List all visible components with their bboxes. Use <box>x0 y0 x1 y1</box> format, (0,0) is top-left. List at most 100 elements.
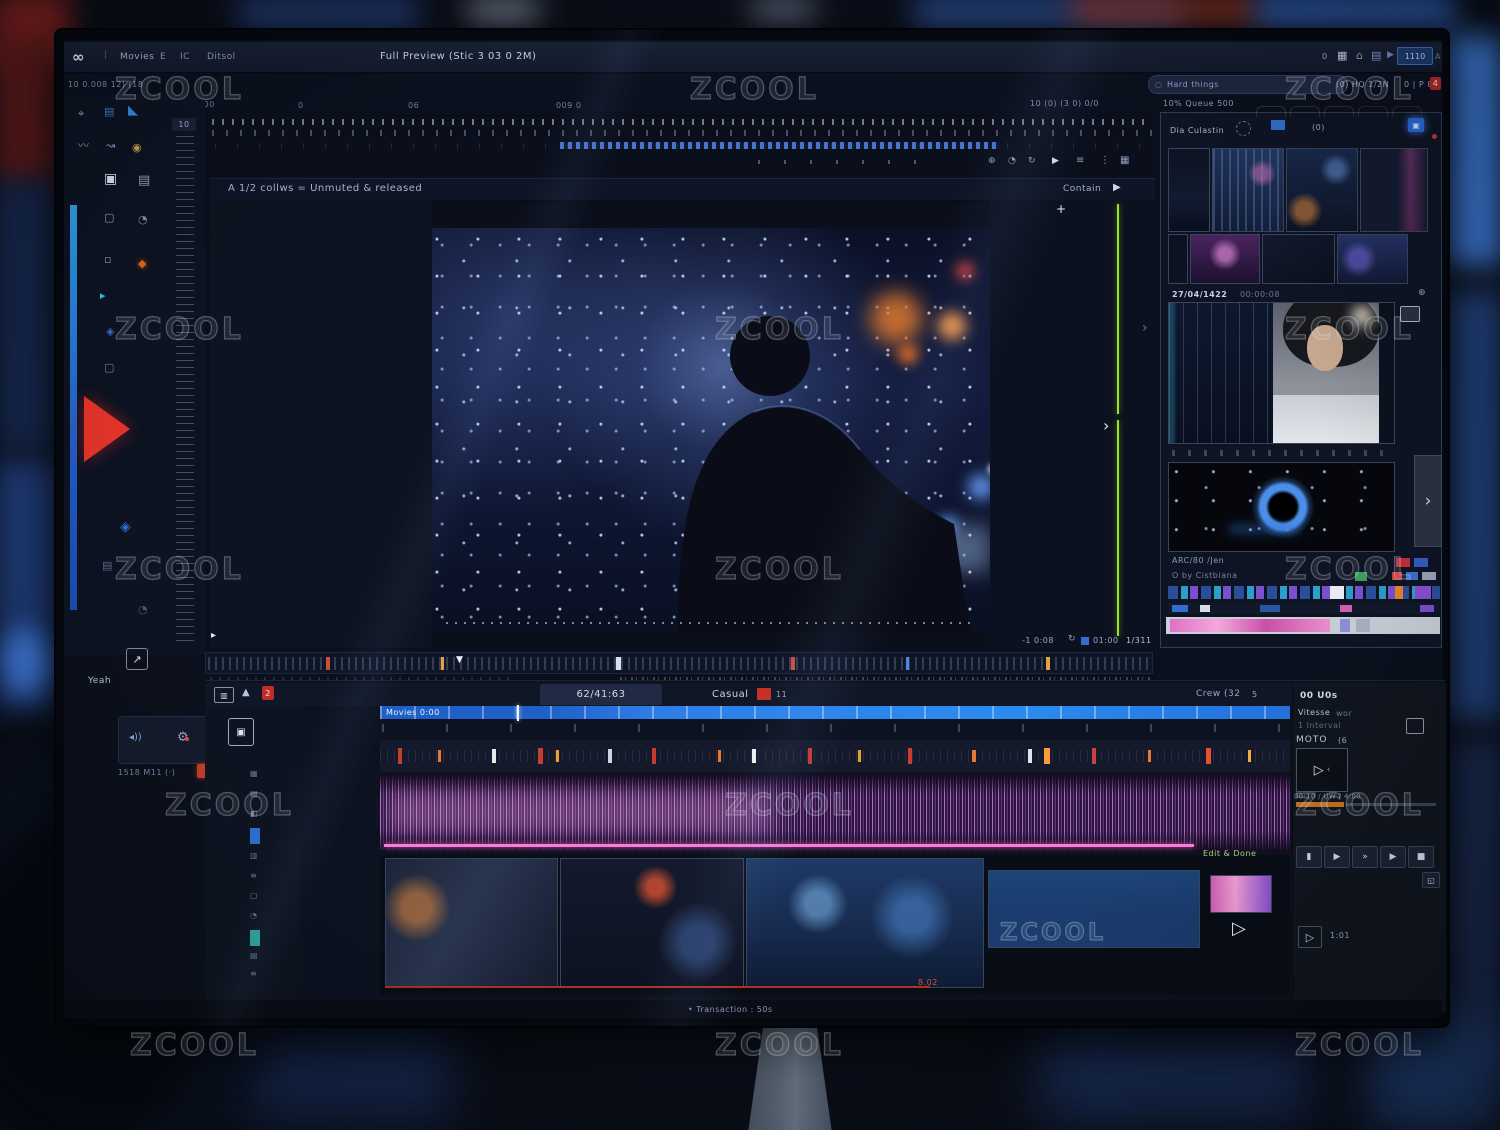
transport-fit-button[interactable]: ◱ <box>1422 872 1440 888</box>
transport-pause-button[interactable]: ▮ <box>1296 846 1322 868</box>
monitor-controls-row[interactable]: 10 (0) (3 0) 0/0 <box>1030 99 1099 108</box>
menu-item-movies[interactable]: Movies <box>120 52 154 62</box>
panel-expand-chevron[interactable]: › <box>1103 416 1110 435</box>
inspector-preview-box[interactable]: ▷ ‹ <box>1296 748 1348 792</box>
tool-cursor-icon[interactable]: ⌖ <box>78 108 84 119</box>
track-icon-9[interactable]: ≡ <box>250 970 257 978</box>
viewer-menu-icon[interactable]: ≡ <box>1076 156 1084 166</box>
frame-scrub-dashes[interactable] <box>446 622 976 624</box>
viewer-grid-icon[interactable]: ▦ <box>1120 156 1129 166</box>
export-button[interactable]: ↗ <box>126 648 148 670</box>
left-blue-slider[interactable] <box>70 205 77 610</box>
menu-item-e[interactable]: E <box>160 52 166 62</box>
source-monitor[interactable] <box>1168 302 1395 444</box>
inspector-checkbox[interactable] <box>1406 718 1424 734</box>
render-bar-strip[interactable] <box>1166 617 1440 634</box>
bin-thumb-sliver[interactable] <box>1168 148 1210 232</box>
timecode-pill[interactable]: 1110 <box>1397 47 1433 65</box>
project-panel-title[interactable]: Dia Culastin <box>1170 126 1224 135</box>
clip-row-1[interactable]: ARC/80 /Jen <box>1172 556 1224 565</box>
tool-mask-icon[interactable]: ▣ <box>104 172 117 186</box>
search-box[interactable]: ○ Hard things <box>1148 75 1348 94</box>
tool-play-icon[interactable]: ▸ <box>100 290 106 301</box>
active-view-icon[interactable]: ▣ <box>1408 118 1424 132</box>
timeline-clip-4[interactable] <box>988 870 1200 948</box>
viewer-play-icon[interactable]: ▶ <box>1052 157 1059 166</box>
clip-play-overlay-icon[interactable]: ▷ <box>1232 918 1246 939</box>
track-icon-5[interactable]: ≡ <box>250 872 257 880</box>
timeline-hat-icon[interactable]: ▲ <box>242 688 250 698</box>
dashed-circle-icon[interactable] <box>1236 121 1251 136</box>
inspector-field1-label[interactable]: Vitesse <box>1298 708 1330 717</box>
track-alert-badge[interactable]: 2 <box>262 686 274 700</box>
track-chip-teal[interactable] <box>250 930 260 946</box>
menu-item-ic[interactable]: IC <box>180 52 190 62</box>
timeline-marker-track[interactable] <box>380 740 1290 772</box>
transport-skip-button[interactable]: » <box>1352 846 1378 868</box>
timeline-playhead[interactable] <box>517 705 519 721</box>
edit-done-label[interactable]: Edit & Done <box>1203 849 1256 858</box>
tool-ramp-icon[interactable]: ◣ <box>128 104 138 117</box>
overview-scroll-strip[interactable]: ▼ <box>205 652 1153 674</box>
tool-clip-icon[interactable]: ▤ <box>104 106 114 117</box>
viewer-loop-icon[interactable]: ↻ <box>1068 635 1076 644</box>
mini-play-button[interactable]: ▷ <box>1298 926 1322 948</box>
tool-pen-icon[interactable]: ↝ <box>106 140 115 151</box>
card-icon[interactable]: ▤ <box>1371 50 1381 61</box>
tool-panel-icon[interactable]: ▤ <box>138 174 150 187</box>
viewer-tab-label[interactable]: A 1/2 collws = Unmuted & released <box>228 183 422 194</box>
tool-gem-icon[interactable]: ◈ <box>106 326 114 337</box>
tool-chip-icon[interactable]: ▫ <box>104 254 111 265</box>
tool-box-icon[interactable]: ▢ <box>104 362 114 373</box>
tool-page-icon[interactable]: ▢ <box>104 212 114 223</box>
track-icon-2[interactable]: ▤ <box>250 790 258 798</box>
project-tab-bump[interactable] <box>1256 106 1286 117</box>
render-progress-bar[interactable] <box>1296 802 1344 807</box>
space-monitor[interactable] <box>1168 462 1395 552</box>
timeline-clip-3[interactable] <box>746 858 984 988</box>
big-play-marker[interactable] <box>84 396 130 462</box>
tool-moon2-icon[interactable]: ◔ <box>138 604 148 615</box>
app-logo-icon[interactable]: ∞ <box>72 48 85 66</box>
viewer-plus-icon[interactable]: ⊕ <box>988 157 996 166</box>
transport-play-button[interactable]: ▶ <box>1324 846 1350 868</box>
viewer-refresh-icon[interactable]: ↻ <box>1028 157 1036 166</box>
vertical-ruler[interactable] <box>176 136 194 644</box>
tool-card2-icon[interactable]: ▤ <box>102 560 112 571</box>
workspace-grid-icon[interactable]: ▦ <box>1337 50 1347 61</box>
track-icon-7[interactable]: ◔ <box>250 912 257 920</box>
bin-thumb-3[interactable] <box>1360 148 1428 232</box>
film-ruler-bottom[interactable] <box>212 130 1152 136</box>
segment-strip-blue[interactable] <box>560 142 1000 149</box>
track-chip-blue[interactable] <box>250 828 260 844</box>
menu-item-ditsol[interactable]: Ditsol <box>207 52 236 62</box>
blue-rect-icon[interactable] <box>1271 120 1285 130</box>
audio-waveform-track[interactable] <box>380 774 1290 852</box>
speaker-icon[interactable]: ◂)) <box>129 732 142 743</box>
bin-thumb-1[interactable] <box>1212 148 1284 232</box>
timeline-clip-2[interactable] <box>560 858 744 988</box>
tool-gem2-icon[interactable]: ◈ <box>120 520 131 534</box>
home-icon[interactable]: ⌂ <box>1356 50 1363 61</box>
source-pip-icon[interactable] <box>1400 306 1420 322</box>
tool-ripple-icon[interactable]: 〰 <box>78 140 89 151</box>
timeline-clip-5[interactable] <box>1210 875 1272 913</box>
clip-strip-sparse[interactable] <box>1168 603 1440 614</box>
panel-expand-chevron-dim[interactable]: › <box>1142 320 1148 336</box>
tool-flame-icon[interactable]: ◆ <box>138 258 146 269</box>
track-icon-3[interactable]: ◧ <box>250 810 258 818</box>
viewer-dots-icon[interactable]: ⋮ <box>1100 156 1110 166</box>
timeline-panel-icon[interactable]: ▥ <box>214 687 234 703</box>
crosshair-icon[interactable]: + <box>1056 202 1067 216</box>
clip-strip-colored[interactable] <box>1168 586 1440 599</box>
track-icon-1[interactable]: ▦ <box>250 770 258 778</box>
project-tab-bump[interactable] <box>1358 106 1388 117</box>
viewer-tab-play-icon[interactable]: ▶ <box>1113 183 1121 193</box>
left-edge-play-marker[interactable]: ▸ <box>211 630 217 641</box>
play-mini-icon[interactable]: ▶ <box>1387 51 1394 60</box>
transport-play2-button[interactable]: ▶ <box>1380 846 1406 868</box>
tool-moon-icon[interactable]: ◔ <box>138 214 148 225</box>
viewer-moon-icon[interactable]: ◔ <box>1008 157 1016 166</box>
bin-loupe-icon[interactable]: ⊕ <box>1418 289 1426 298</box>
fit-mode-label[interactable]: Contain <box>1063 184 1101 194</box>
